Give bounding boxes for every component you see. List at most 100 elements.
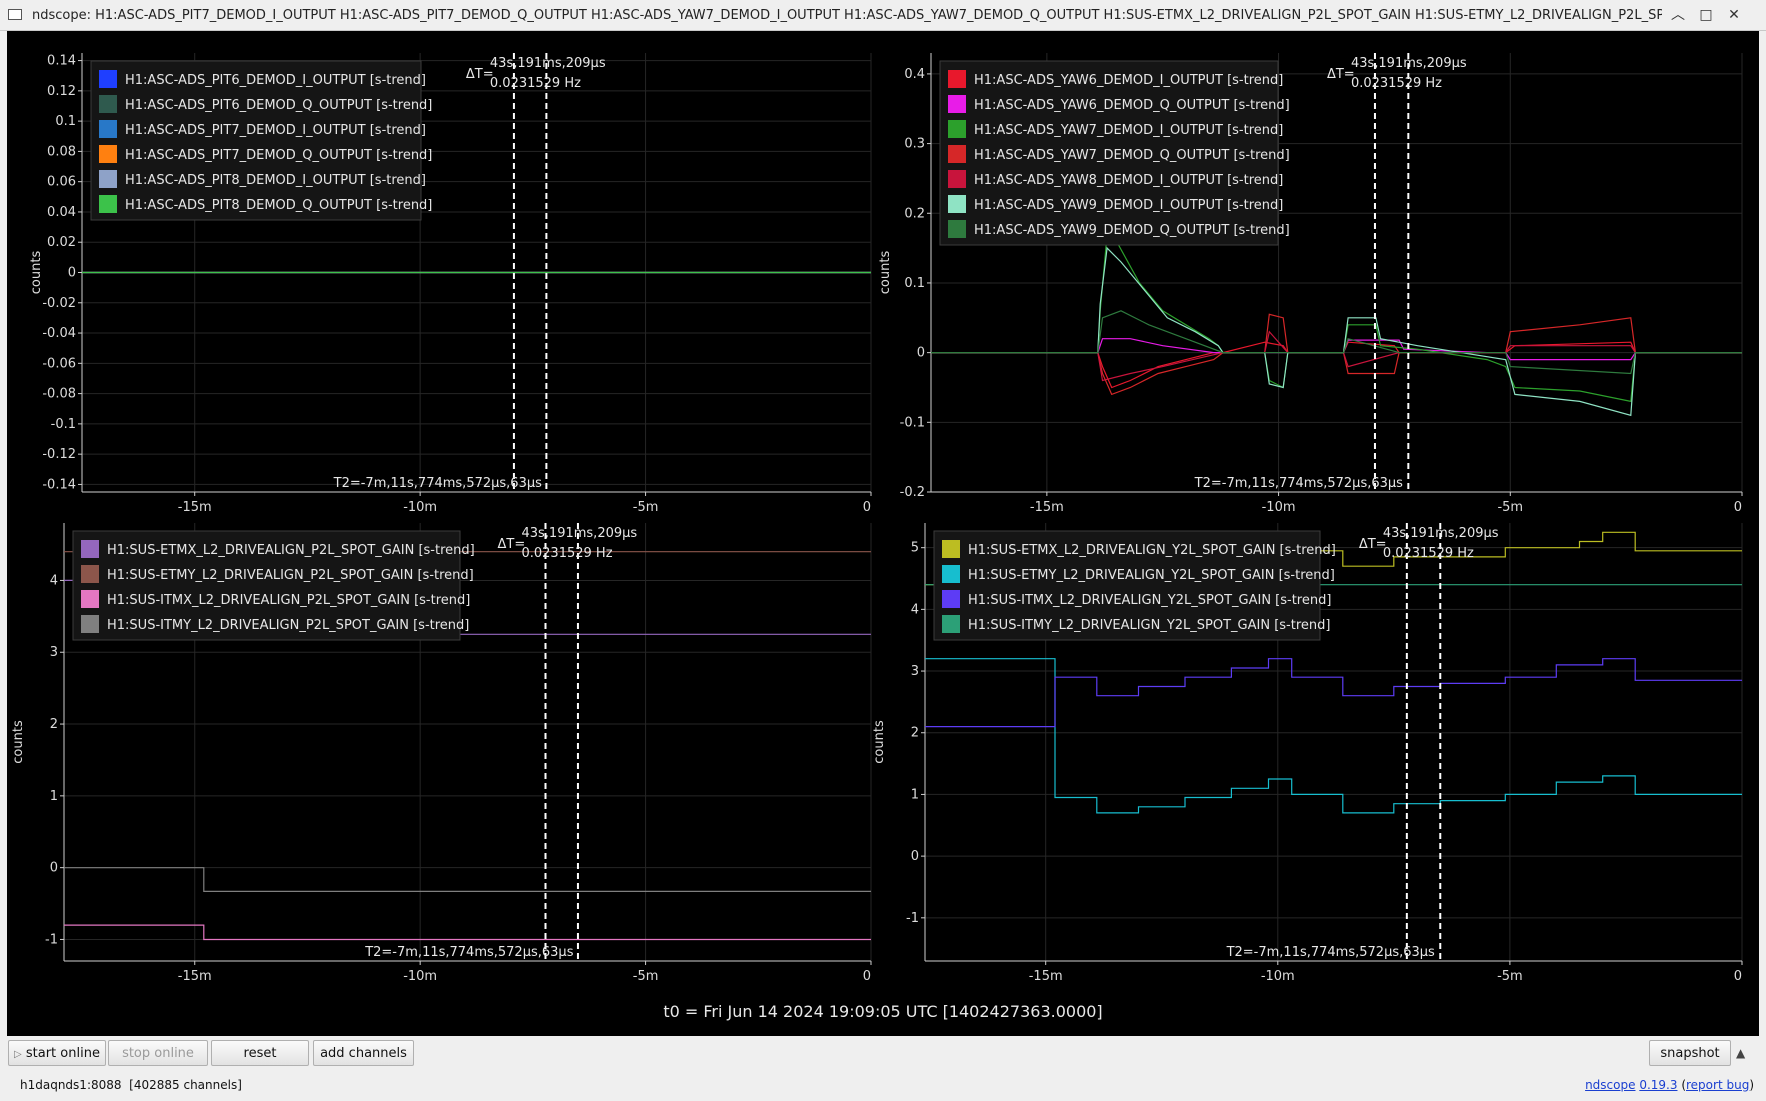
legend-entry: H1:SUS-ITMX_L2_DRIVEALIGN_P2L_SPOT_GAIN …	[107, 593, 470, 608]
x-tick-label: 0	[863, 500, 871, 515]
y-tick-label: 2	[911, 726, 919, 741]
t0-label: t0 = Fri Jun 14 2024 19:09:05 UTC [14024…	[663, 1002, 1103, 1021]
plot-2: -15m -10m -5m 00.40.30.20.10-0.1-0.2countsΔ…	[878, 53, 1743, 515]
y-tick-label: -0.2	[900, 485, 925, 500]
y-tick-label: 0	[68, 266, 76, 281]
y-tick-label: 0	[917, 346, 925, 361]
series-line-2	[931, 338, 1742, 361]
t2-label: T2=-7m,11s,774ms,572µs,63µs	[364, 945, 573, 960]
y-tick-label: -0.1	[51, 417, 76, 432]
legend-entry: H1:SUS-ITMY_L2_DRIVEALIGN_P2L_SPOT_GAIN …	[107, 618, 469, 633]
series-line-4	[64, 867, 871, 892]
y-tick-label: -0.14	[42, 477, 76, 492]
legend-swatch	[99, 170, 117, 188]
legend-swatch	[948, 70, 966, 88]
y-tick-label: -0.02	[42, 296, 76, 311]
x-tick-label: -10m	[1261, 969, 1295, 984]
delta-t-value: 43s,191ms,209µs	[1383, 526, 1499, 541]
legend-swatch	[948, 95, 966, 113]
status-server: h1daqnds1:8088 [402885 channels]	[20, 1078, 242, 1092]
legend-entry: H1:SUS-ITMY_L2_DRIVEALIGN_Y2L_SPOT_GAIN …	[968, 618, 1330, 633]
y-tick-label: 3	[50, 645, 58, 660]
legend-swatch	[99, 195, 117, 213]
series-line-2	[925, 658, 1742, 814]
x-tick-label: -15m	[1030, 500, 1064, 515]
y-tick-label: 0.2	[904, 206, 925, 221]
y-tick-label: 0.12	[47, 84, 76, 99]
y-axis-label: counts	[29, 251, 44, 295]
legend-swatch	[81, 590, 99, 608]
y-tick-label: -0.12	[42, 447, 76, 462]
x-tick-label: -5m	[633, 500, 659, 515]
legend-entry: H1:ASC-ADS_YAW9_DEMOD_I_OUTPUT [s-trend]	[974, 198, 1283, 213]
delta-t-frequency: 0.0231529 Hz	[521, 546, 612, 561]
y-tick-label: 0.1	[55, 114, 76, 129]
window-title: ndscope: H1:ASC-ADS_PIT7_DEMOD_I_OUTPUT …	[32, 8, 1662, 23]
channel-count: [402885 channels]	[129, 1078, 242, 1092]
y-tick-label: 0.3	[904, 137, 925, 152]
y-tick-label: 0	[911, 849, 919, 864]
y-axis-label: counts	[872, 720, 887, 764]
plots-canvas[interactable]: -15m -10m -5m 00.140.120.10.080.060.040.020…	[7, 31, 1759, 1036]
y-tick-label: -1	[906, 911, 919, 926]
y-tick-label: 0.14	[47, 54, 76, 69]
close-icon[interactable]: ✕	[1724, 5, 1744, 25]
y-tick-label: -0.08	[42, 387, 76, 402]
legend-entry: H1:ASC-ADS_PIT7_DEMOD_I_OUTPUT [s-trend]	[125, 123, 426, 138]
x-tick-label: -5m	[633, 969, 659, 984]
series-line-3	[64, 924, 871, 941]
legend-entry: H1:ASC-ADS_YAW7_DEMOD_I_OUTPUT [s-trend]	[974, 123, 1283, 138]
version-link[interactable]: 0.19.3	[1639, 1078, 1677, 1092]
play-icon: ▷	[14, 1049, 22, 1060]
reset-button[interactable]: reset	[211, 1040, 309, 1066]
y-tick-label: -0.06	[42, 356, 76, 371]
series-line-1	[931, 341, 1742, 389]
start-online-button[interactable]: ▷ start online	[8, 1040, 106, 1066]
series-line-3	[931, 233, 1742, 403]
legend-swatch	[942, 540, 960, 558]
legend-swatch	[99, 95, 117, 113]
legend-entry: H1:ASC-ADS_YAW8_DEMOD_I_OUTPUT [s-trend]	[974, 173, 1283, 188]
legend-swatch	[942, 590, 960, 608]
y-tick-label: 0	[50, 861, 58, 876]
y-tick-label: 2	[50, 717, 58, 732]
y-tick-label: -0.1	[900, 415, 925, 430]
legend-swatch	[81, 615, 99, 633]
ndscope-link[interactable]: ndscope	[1585, 1078, 1635, 1092]
plot-1: -15m -10m -5m 0 0.14 0.12 0.1 0.08 0.06 0.04 0.02 0…	[29, 53, 872, 515]
legend-swatch	[948, 170, 966, 188]
legend-swatch	[948, 195, 966, 213]
legend-entry: H1:ASC-ADS_YAW7_DEMOD_Q_OUTPUT [s-trend]	[974, 148, 1290, 163]
y-tick-label: 4	[911, 602, 919, 617]
x-tick-label: -10m	[403, 969, 437, 984]
legend-swatch	[81, 540, 99, 558]
triangle-up-icon[interactable]: ▲	[1736, 1046, 1745, 1060]
maximize-icon[interactable]: □	[1696, 5, 1716, 25]
t2-label: T2=-7m,11s,774ms,572µs,63µs	[1194, 476, 1403, 491]
x-tick-label: -5m	[1497, 969, 1523, 984]
toolbar: ▷ start online stop online reset add cha…	[0, 1036, 1766, 1101]
y-tick-label: -0.04	[42, 326, 76, 341]
stop-online-button[interactable]: stop online	[108, 1040, 208, 1066]
status-version: ndscope 0.19.3 (report bug)	[1585, 1078, 1754, 1092]
x-tick-label: -15m	[178, 969, 212, 984]
chevron-up-icon[interactable]: ︿	[1668, 5, 1688, 25]
x-tick-label: -15m	[1029, 969, 1063, 984]
delta-t-value: 43s,191ms,209µs	[490, 56, 606, 71]
snapshot-button[interactable]: snapshot	[1649, 1040, 1731, 1066]
legend-swatch	[942, 565, 960, 583]
report-bug-link[interactable]: report bug	[1686, 1078, 1749, 1092]
legend-entry: H1:ASC-ADS_YAW6_DEMOD_Q_OUTPUT [s-trend]	[974, 98, 1290, 113]
app-window-icon	[8, 9, 22, 20]
legend-entry: H1:ASC-ADS_PIT8_DEMOD_Q_OUTPUT [s-trend]	[125, 198, 432, 213]
x-tick-label: -10m	[1262, 500, 1296, 515]
legend-entry: H1:SUS-ITMX_L2_DRIVEALIGN_Y2L_SPOT_GAIN …	[968, 593, 1331, 608]
legend-entry: H1:SUS-ETMX_L2_DRIVEALIGN_P2L_SPOT_GAIN …	[107, 543, 475, 558]
legend-swatch	[99, 70, 117, 88]
series-line-6	[931, 246, 1742, 417]
add-channels-button[interactable]: add channels	[313, 1040, 414, 1066]
y-tick-label: 1	[50, 789, 58, 804]
y-tick-label: 0.06	[47, 175, 76, 190]
delta-t-frequency: 0.0231529 Hz	[1351, 76, 1442, 91]
legend-swatch	[948, 120, 966, 138]
